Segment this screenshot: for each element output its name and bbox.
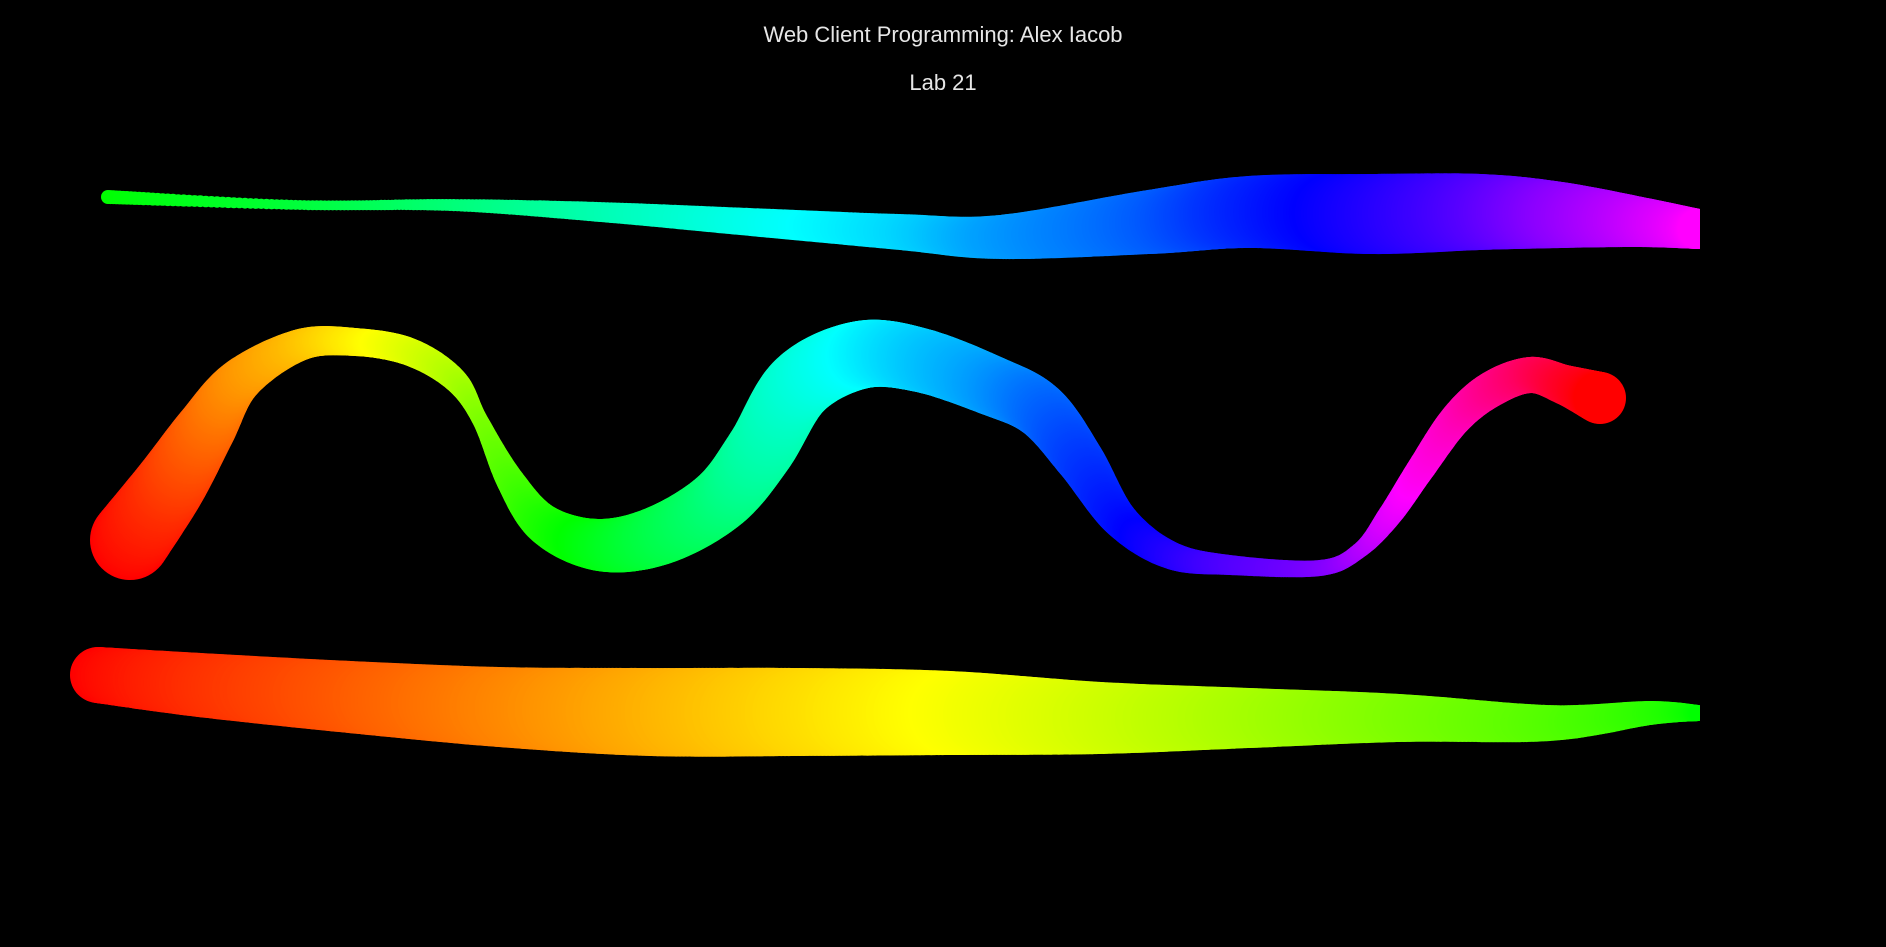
drawing-canvas[interactable]	[0, 100, 1700, 947]
top-stroke	[101, 173, 1700, 260]
bottom-stroke	[70, 647, 1700, 757]
middle-wave-stroke	[90, 319, 1626, 580]
lab-label: Lab 21	[909, 70, 977, 95]
page-title: Web Client Programming: Alex Iacob	[763, 22, 1123, 47]
